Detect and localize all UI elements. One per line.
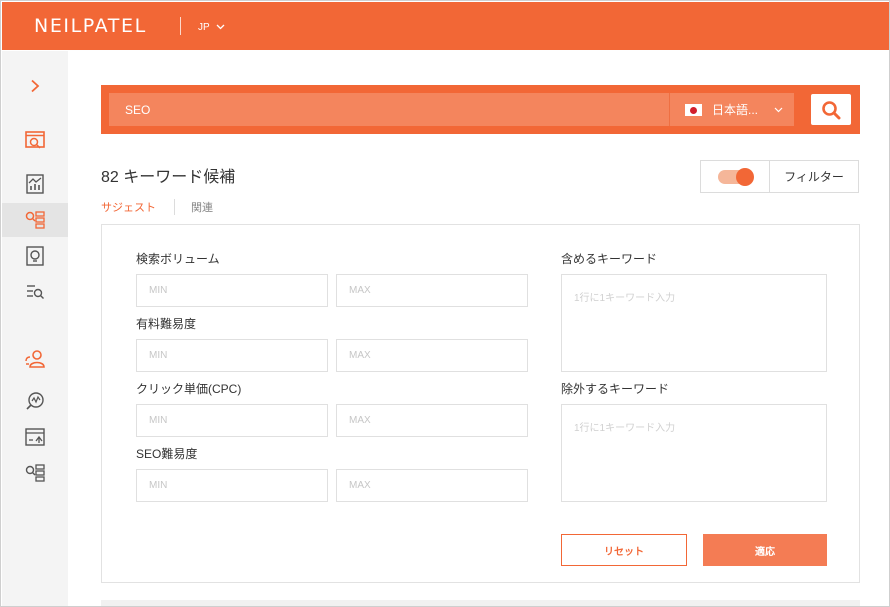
dashboard-icon xyxy=(25,131,45,149)
sidebar-item-backlinks[interactable] xyxy=(2,456,68,490)
header-divider xyxy=(180,17,181,35)
site-audit-icon xyxy=(27,285,44,299)
include-keywords-textarea[interactable] xyxy=(561,274,827,372)
tab-suggest[interactable]: サジェスト xyxy=(101,199,156,215)
chevron-down-icon xyxy=(774,107,783,112)
language-select[interactable]: 日本語... xyxy=(669,93,794,126)
keyword-search-input[interactable] xyxy=(109,93,669,126)
sidebar-item-users[interactable] xyxy=(2,342,68,376)
paid-difficulty-min-input[interactable] xyxy=(136,339,328,372)
sidebar-item-keyword-ideas[interactable] xyxy=(2,203,68,237)
top-header: NEILPATEL JP xyxy=(2,2,889,50)
sidebar-item-dashboard[interactable] xyxy=(2,123,68,157)
exclude-keywords-textarea[interactable] xyxy=(561,404,827,502)
cpc-label: クリック単価(CPC) xyxy=(136,382,242,396)
chart-icon xyxy=(26,174,44,194)
rank-tracker-icon xyxy=(25,428,45,446)
toggle-track xyxy=(718,167,754,186)
filter-button[interactable]: フィルター xyxy=(770,161,858,192)
seo-difficulty-max-input[interactable] xyxy=(336,469,528,502)
seo-difficulty-label: SEO難易度 xyxy=(136,447,198,461)
paid-difficulty-max-input[interactable] xyxy=(336,339,528,372)
sidebar xyxy=(2,51,68,606)
brand-logo[interactable]: NEILPATEL xyxy=(34,15,147,37)
search-button[interactable] xyxy=(811,94,851,125)
seo-difficulty-min-input[interactable] xyxy=(136,469,328,502)
results-table-header xyxy=(101,600,860,606)
sidebar-item-traffic-analyzer[interactable] xyxy=(2,384,68,418)
backlinks-icon xyxy=(25,464,45,482)
apply-button[interactable]: 適応 xyxy=(703,534,827,566)
keyword-search-bar: 日本語... xyxy=(101,85,860,134)
search-volume-max-input[interactable] xyxy=(336,274,528,307)
app-window: NEILPATEL JP SEO 日本語... 82 キーワード候補 フィルター… xyxy=(0,0,890,607)
toggle-knob xyxy=(736,167,754,186)
content-ideas-icon xyxy=(26,246,44,266)
chevron-down-icon xyxy=(216,24,225,30)
filter-controls: フィルター xyxy=(700,160,859,193)
search-volume-min-input[interactable] xyxy=(136,274,328,307)
search-icon xyxy=(822,100,841,119)
paid-difficulty-label: 有料難易度 xyxy=(136,317,197,331)
sidebar-expand[interactable] xyxy=(2,69,68,103)
cpc-min-input[interactable] xyxy=(136,404,328,437)
results-count-title: 82 キーワード候補 xyxy=(101,169,236,186)
language-select-label: 日本語... xyxy=(712,103,759,117)
include-keywords-label: 含めるキーワード xyxy=(561,252,658,266)
sidebar-item-content-ideas[interactable] xyxy=(2,239,68,273)
tab-divider xyxy=(174,199,175,215)
filter-panel: 検索ボリューム 有料難易度 クリック単価(CPC) SEO難易度 含めるキーワー… xyxy=(101,224,860,583)
sidebar-item-traffic[interactable] xyxy=(2,167,68,201)
filter-toggle[interactable] xyxy=(701,161,770,192)
expand-arrow-icon xyxy=(31,79,40,93)
traffic-analyzer-icon xyxy=(26,392,44,410)
region-selector[interactable]: JP xyxy=(198,18,225,36)
cpc-max-input[interactable] xyxy=(336,404,528,437)
tab-related[interactable]: 関連 xyxy=(191,199,213,215)
sidebar-item-site-audit[interactable] xyxy=(2,275,68,309)
exclude-keywords-label: 除外するキーワード xyxy=(561,382,670,396)
region-code: JP xyxy=(198,21,210,33)
reset-button[interactable]: リセット xyxy=(561,534,687,566)
sidebar-item-rank-tracker[interactable] xyxy=(2,420,68,454)
result-tabs: サジェスト 関連 xyxy=(101,199,213,215)
keyword-ideas-icon xyxy=(25,211,45,229)
search-volume-label: 検索ボリューム xyxy=(136,252,220,266)
japan-flag-icon xyxy=(685,103,702,116)
user-group-icon xyxy=(25,350,45,368)
